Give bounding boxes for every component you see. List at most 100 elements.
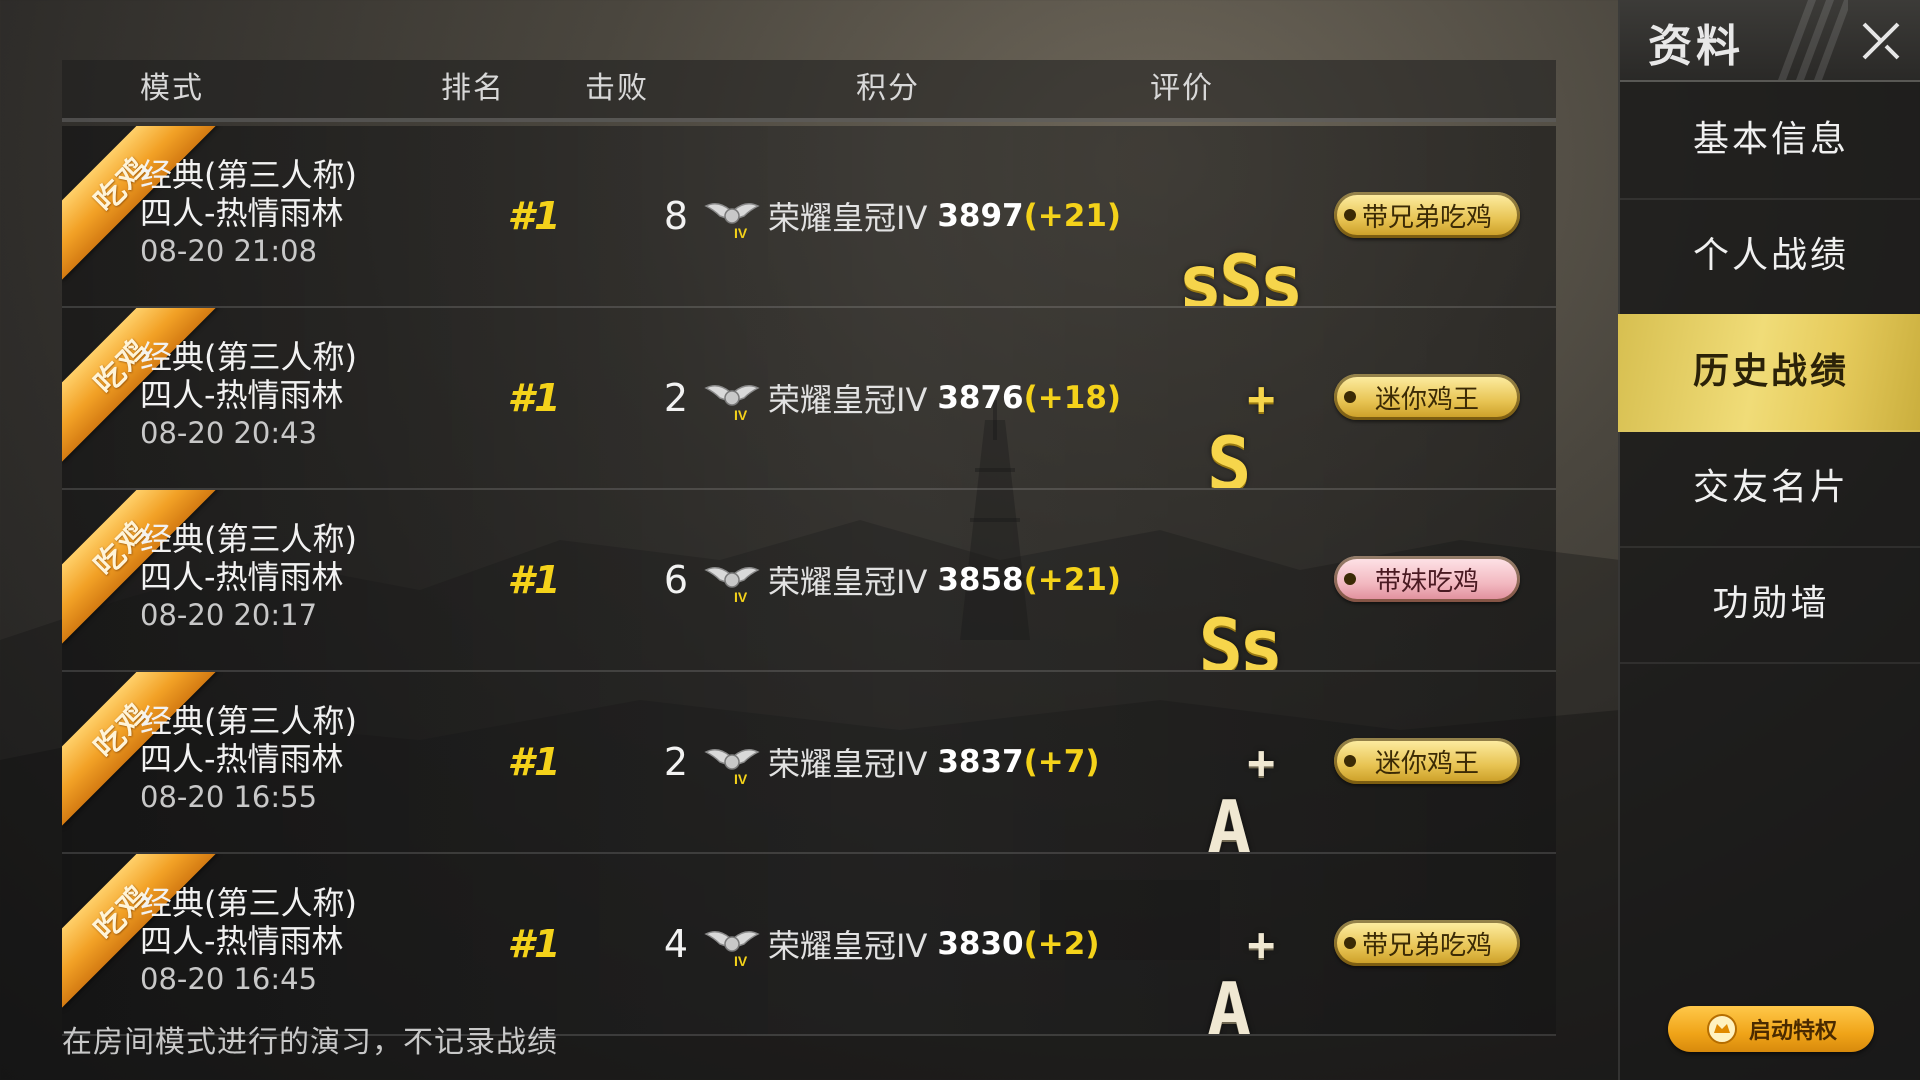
crown-wings-icon: IV	[704, 931, 760, 968]
tier-name: 荣耀皇冠IV	[768, 199, 928, 237]
match-kills: 6	[663, 558, 689, 602]
tier-name: 荣耀皇冠IV	[768, 381, 928, 419]
grade-letter: Ss	[1198, 603, 1283, 672]
crown-wings-icon: IV	[704, 203, 760, 240]
col-kills: 击败	[585, 71, 649, 106]
mode-name: 经典(第三人称)	[140, 338, 357, 376]
match-time: 08-20 20:43	[140, 416, 318, 450]
match-grade: A+	[1206, 672, 1275, 854]
badge-dot	[1344, 391, 1356, 403]
match-score: IV 荣耀皇冠IV 3858 (+21)	[704, 490, 1121, 670]
col-rating: 评价	[1150, 71, 1214, 106]
achievement-badge: 迷你鸡王	[1334, 374, 1520, 420]
svg-text:IV: IV	[734, 589, 748, 604]
sidebar-item-5[interactable]: 功勋墙	[1620, 546, 1920, 664]
badge-label: 带兄弟吃鸡	[1361, 930, 1492, 961]
badge-label: 带兄弟吃鸡	[1361, 202, 1492, 233]
sidebar-item-2[interactable]: 个人战绩	[1620, 198, 1920, 316]
badge-label: 迷你鸡王	[1374, 748, 1479, 779]
match-score: IV 荣耀皇冠IV 3876 (+18)	[704, 308, 1121, 488]
privilege-button[interactable]: 启动特权	[1668, 1006, 1874, 1052]
score-delta: (+21)	[1023, 198, 1122, 234]
chevron-right-icon[interactable]	[1552, 918, 1556, 970]
sidebar-item-1[interactable]: 基本信息	[1620, 82, 1920, 200]
badge-label: 迷你鸡王	[1374, 384, 1479, 415]
crown-wings-icon: IV	[704, 749, 760, 786]
match-kills: 4	[663, 922, 689, 966]
svg-text:IV: IV	[734, 771, 748, 786]
grade-letter: S	[1206, 421, 1252, 490]
match-score: IV 荣耀皇冠IV 3837 (+7)	[704, 672, 1100, 852]
score-value: 3837	[937, 744, 1024, 780]
match-time: 08-20 20:17	[140, 598, 318, 632]
sidebar-item-4[interactable]: 交友名片	[1620, 430, 1920, 548]
svg-text:IV: IV	[734, 953, 748, 968]
chevron-right-icon[interactable]	[1552, 554, 1556, 606]
col-rank: 排名	[441, 71, 505, 106]
achievement-badge: 迷你鸡王	[1334, 738, 1520, 784]
score-value: 3897	[937, 198, 1024, 234]
crown-wings-icon: IV	[704, 567, 760, 604]
match-rank: #1	[507, 194, 561, 238]
mode-name: 经典(第三人称)	[140, 520, 357, 558]
chevron-right-icon[interactable]	[1552, 372, 1556, 424]
badge-dot	[1344, 937, 1356, 949]
match-kills: 2	[663, 376, 689, 420]
score-delta: (+18)	[1023, 380, 1122, 416]
grade-letter: sSs	[1178, 239, 1304, 308]
grade-plus: +	[1247, 917, 1275, 971]
match-row[interactable]: 吃鸡 经典(第三人称) 四人-热情雨林 08-20 16:45 #1 4 IV …	[62, 854, 1556, 1036]
close-icon[interactable]	[1854, 14, 1908, 68]
match-rank: #1	[507, 740, 561, 784]
tier-name: 荣耀皇冠IV	[768, 745, 928, 783]
match-row[interactable]: 吃鸡 经典(第三人称) 四人-热情雨林 08-20 20:43 #1 2 IV …	[62, 308, 1556, 490]
map-name: 四人-热情雨林	[140, 558, 344, 596]
crown-wings-icon: IV	[704, 385, 760, 422]
col-mode: 模式	[140, 71, 204, 106]
mode-name: 经典(第三人称)	[140, 702, 357, 740]
grade-plus: +	[1247, 735, 1275, 789]
badge-dot	[1344, 755, 1356, 767]
badge-dot	[1344, 209, 1356, 221]
match-grade: Ss	[1198, 490, 1283, 672]
table-header: 模式 排名 击败 积分 评价	[62, 60, 1556, 122]
match-rank: #1	[507, 922, 561, 966]
score-value: 3858	[937, 562, 1024, 598]
chevron-right-icon[interactable]	[1552, 736, 1556, 788]
col-score: 积分	[856, 71, 920, 106]
match-mode: 经典(第三人称) 四人-热情雨林 08-20 20:17	[140, 520, 357, 634]
header-stripes	[1778, 0, 1848, 80]
match-score: IV 荣耀皇冠IV 3897 (+21)	[704, 126, 1121, 306]
mode-name: 经典(第三人称)	[140, 884, 357, 922]
sidebar-item-3[interactable]: 历史战绩	[1618, 314, 1920, 432]
match-time: 08-20 16:45	[140, 962, 318, 996]
score-delta: (+21)	[1023, 562, 1122, 598]
match-grade: sSs	[1178, 126, 1304, 308]
map-name: 四人-热情雨林	[140, 194, 344, 232]
svg-text:IV: IV	[734, 407, 748, 422]
grade-plus: +	[1247, 371, 1275, 425]
score-delta: (+2)	[1023, 926, 1100, 962]
match-rank: #1	[507, 558, 561, 602]
privilege-label: 启动特权	[1748, 1019, 1837, 1044]
match-grade: S+	[1206, 308, 1275, 490]
grade-letter: A	[1206, 967, 1252, 1036]
match-kills: 2	[663, 740, 689, 784]
match-grade: A+	[1206, 854, 1275, 1036]
match-row[interactable]: 吃鸡 经典(第三人称) 四人-热情雨林 08-20 20:17 #1 6 IV …	[62, 490, 1556, 672]
svg-text:IV: IV	[734, 225, 748, 240]
match-row[interactable]: 吃鸡 经典(第三人称) 四人-热情雨林 08-20 16:55 #1 2 IV …	[62, 672, 1556, 854]
map-name: 四人-热情雨林	[140, 922, 344, 960]
match-time: 08-20 21:08	[140, 234, 318, 268]
chevron-right-icon[interactable]	[1552, 190, 1556, 242]
badge-dot	[1344, 573, 1356, 585]
grade-letter: A	[1206, 785, 1252, 854]
privilege-icon	[1706, 1014, 1737, 1044]
match-row[interactable]: 吃鸡 经典(第三人称) 四人-热情雨林 08-20 21:08 #1 8 IV …	[62, 126, 1556, 308]
match-mode: 经典(第三人称) 四人-热情雨林 08-20 21:08	[140, 156, 357, 270]
tier-name: 荣耀皇冠IV	[768, 563, 928, 601]
sidebar-title: 资料	[1648, 21, 1744, 72]
tier-name: 荣耀皇冠IV	[768, 927, 928, 965]
match-time: 08-20 16:55	[140, 780, 318, 814]
score-value: 3830	[937, 926, 1024, 962]
